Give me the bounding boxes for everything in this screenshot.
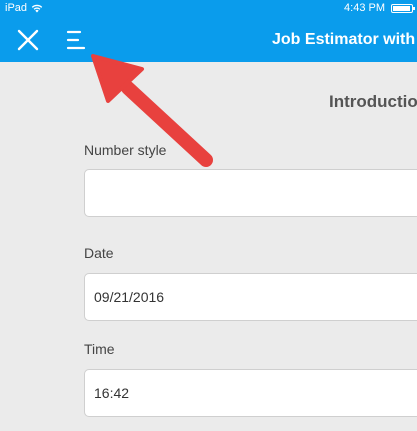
- menu-icon: [66, 30, 86, 50]
- device-label: iPad: [5, 2, 28, 14]
- form-content: Introductio Number style Date Time: [0, 62, 417, 431]
- date-label: Date: [84, 245, 114, 261]
- date-input[interactable]: [84, 273, 417, 321]
- status-bar-left: iPad: [5, 2, 43, 14]
- app-screen: iPad 4:43 PM Job Estimator with Introduc…: [0, 0, 417, 431]
- battery-icon: [391, 3, 415, 13]
- wifi-icon: [31, 4, 43, 12]
- close-icon: [17, 29, 39, 51]
- status-time: 4:43 PM: [344, 2, 385, 14]
- number-style-input[interactable]: [84, 169, 417, 217]
- app-title: Job Estimator with: [272, 31, 416, 48]
- section-title: Introductio: [329, 92, 417, 111]
- time-label: Time: [84, 341, 115, 357]
- status-bar-right: 4:43 PM: [344, 2, 415, 14]
- close-button[interactable]: [14, 26, 42, 54]
- menu-button[interactable]: [64, 27, 90, 53]
- time-input[interactable]: [84, 369, 417, 417]
- top-bar: iPad 4:43 PM Job Estimator with: [0, 0, 417, 62]
- number-style-label: Number style: [84, 142, 167, 158]
